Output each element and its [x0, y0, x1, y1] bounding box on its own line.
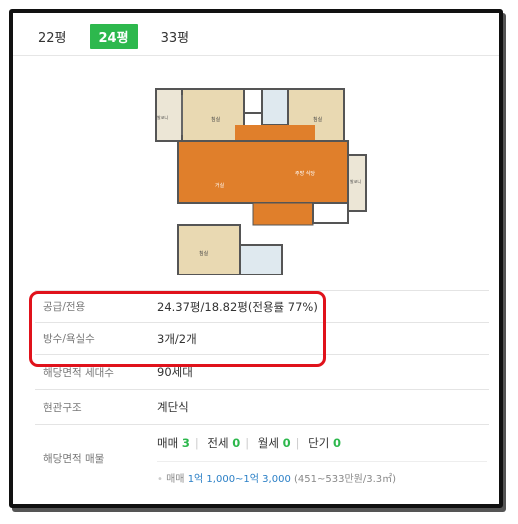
- price-per-area: (451~533만원/3.3㎡): [294, 474, 397, 485]
- tab-24[interactable]: 24평: [89, 23, 138, 49]
- entrance-value: 계단식: [157, 400, 189, 414]
- apartment-info-panel: 22평 24평 33평 발코니 침실 침실 거실 주방 식당 발코니 침실 공급…: [9, 9, 503, 508]
- tab-33[interactable]: 33평: [152, 24, 199, 49]
- short-term-link[interactable]: 단기 0: [308, 436, 341, 450]
- floor-plan-image: 발코니 침실 침실 거실 주방 식당 발코니 침실: [155, 88, 367, 275]
- room-label: 주방 식당: [295, 170, 315, 177]
- tab-divider: [13, 55, 499, 56]
- entrance-label: 현관구조: [43, 401, 82, 414]
- area-tabs: 22평 24평 33평: [29, 23, 212, 49]
- price-range: 1억 1,000~1억 3,000: [187, 474, 291, 485]
- room-label: 침실: [199, 250, 209, 257]
- jeonse-link[interactable]: 전세 0: [207, 436, 240, 450]
- listings-value: 매매 3 | 전세 0 | 월세 0 | 단기 0 • 매매 1억 1,000~1억 …: [157, 425, 487, 485]
- room-label: 거실: [215, 182, 225, 189]
- room-label: 침실: [211, 116, 221, 123]
- room-label: 발코니: [157, 114, 168, 120]
- listing-counts: 매매 3 | 전세 0 | 월세 0 | 단기 0: [157, 436, 341, 450]
- monthly-link[interactable]: 월세 0: [258, 436, 291, 450]
- sale-link[interactable]: 매매 3: [157, 436, 190, 450]
- entrance-row: 현관구조 계단식: [35, 389, 489, 424]
- red-highlight-box: [29, 291, 326, 367]
- listings-row: 해당면적 매물 매매 3 | 전세 0 | 월세 0 | 단기 0 • 매매 1억 1…: [35, 424, 489, 491]
- listings-label: 해당면적 매물: [43, 453, 105, 465]
- price-range-row: • 매매 1억 1,000~1억 3,000 (451~533만원/3.3㎡): [157, 461, 487, 485]
- tab-22[interactable]: 22평: [29, 24, 76, 49]
- price-prefix: 매매: [166, 474, 185, 485]
- room-label: 침실: [313, 116, 323, 123]
- room-label: 발코니: [350, 178, 361, 184]
